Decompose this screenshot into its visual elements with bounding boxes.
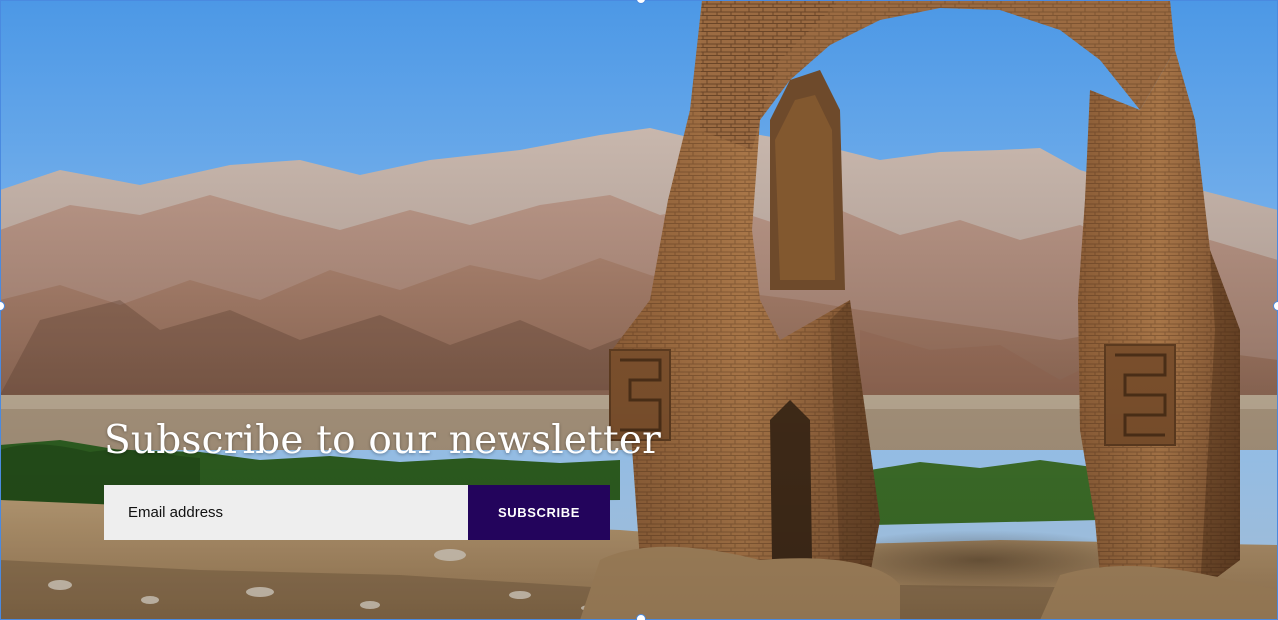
newsletter-form-block: Subscribe to our newsletter SUBSCRIBE xyxy=(104,418,662,540)
newsletter-title: Subscribe to our newsletter xyxy=(104,418,662,463)
newsletter-section: Subscribe to our newsletter SUBSCRIBE xyxy=(0,0,1278,620)
email-input[interactable] xyxy=(104,485,468,540)
resize-handle-right[interactable] xyxy=(1273,301,1278,311)
subscribe-button[interactable]: SUBSCRIBE xyxy=(468,485,610,540)
resize-handle-bottom[interactable] xyxy=(636,614,646,620)
subscribe-form: SUBSCRIBE xyxy=(104,485,610,540)
